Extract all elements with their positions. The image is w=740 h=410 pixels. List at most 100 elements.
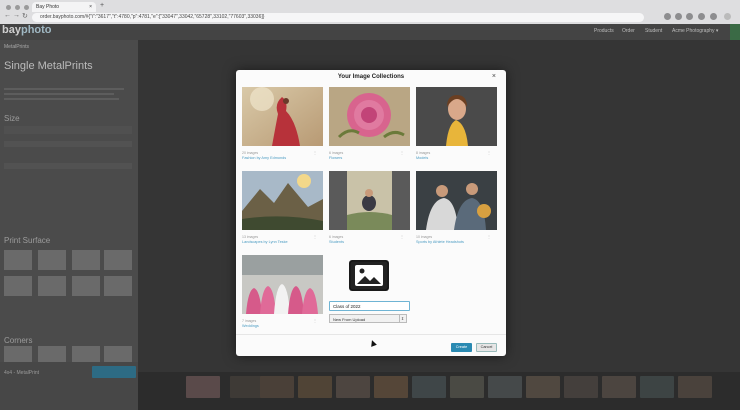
collection-card[interactable]: 8 images ⋮ Models: [416, 87, 497, 160]
collection-name[interactable]: Students: [329, 240, 410, 244]
filmstrip-thumb[interactable]: [640, 376, 674, 398]
filmstrip-thumb[interactable]: [564, 376, 598, 398]
collection-name[interactable]: Weddings: [242, 324, 323, 328]
close-icon[interactable]: ×: [492, 73, 496, 80]
cancel-button[interactable]: Cancel: [476, 343, 497, 352]
collection-name[interactable]: Landscapes by Lynn Teske: [242, 240, 323, 244]
collection-name[interactable]: Flowers: [329, 156, 410, 160]
surface-option[interactable]: [104, 276, 132, 296]
collection-card[interactable]: 20 images ⋮ Fashion by Amy Edmonds: [242, 87, 323, 160]
collection-thumbnail[interactable]: [329, 171, 410, 230]
bayphoto-logo[interactable]: bayphoto: [2, 24, 52, 36]
browser-tab[interactable]: Bay Photo ×: [32, 2, 96, 12]
surface-option[interactable]: [72, 276, 100, 296]
print-surface-heading: Print Surface: [4, 236, 51, 245]
collection-thumbnail[interactable]: [242, 255, 323, 314]
image-filmstrip[interactable]: [138, 372, 740, 410]
surface-option[interactable]: [38, 276, 66, 296]
reload-icon[interactable]: ↻: [22, 12, 28, 20]
filmstrip-thumb[interactable]: [412, 376, 446, 398]
filmstrip-thumb[interactable]: [602, 376, 636, 398]
collection-thumbnail[interactable]: [242, 87, 323, 146]
filmstrip-thumb[interactable]: [374, 376, 408, 398]
collection-card[interactable]: 13 images ⋮ Landscapes by Lynn Teske: [242, 171, 323, 244]
collection-thumbnail[interactable]: [329, 87, 410, 146]
size-options[interactable]: [4, 163, 132, 169]
more-options-icon[interactable]: ⋮: [313, 318, 317, 323]
more-options-icon[interactable]: ⋮: [400, 234, 404, 239]
extension-icon[interactable]: [698, 13, 705, 20]
kebab-menu-icon[interactable]: [724, 13, 731, 20]
description-line: [4, 93, 114, 95]
modal-title: Your Image Collections: [337, 74, 405, 80]
filmstrip-thumb[interactable]: [230, 376, 264, 398]
surface-option[interactable]: [72, 250, 100, 270]
description-line: [4, 88, 124, 90]
logo-main: bay: [2, 24, 21, 36]
new-tab-button[interactable]: +: [100, 2, 104, 9]
more-options-icon[interactable]: ⋮: [313, 150, 317, 155]
more-options-icon[interactable]: ⋮: [487, 234, 491, 239]
collection-thumbnail[interactable]: [416, 171, 497, 230]
nav-products[interactable]: Products: [594, 28, 614, 34]
collection-count: 10 images ⋮: [416, 234, 491, 239]
add-to-order-button[interactable]: [92, 366, 136, 378]
collection-name[interactable]: Models: [416, 156, 497, 160]
more-options-icon[interactable]: ⋮: [400, 150, 404, 155]
collection-source-select[interactable]: New From Upload ⇕: [329, 314, 407, 323]
collection-card[interactable]: 6 images ⋮ Flowers: [329, 87, 410, 160]
create-button[interactable]: Create: [451, 343, 472, 352]
cart-button[interactable]: [730, 24, 740, 40]
surface-option[interactable]: [104, 250, 132, 270]
nav-order[interactable]: Order: [622, 28, 635, 34]
filmstrip-thumb[interactable]: [488, 376, 522, 398]
new-collection-name-input[interactable]: Class of 2022: [329, 301, 410, 311]
size-options[interactable]: [4, 141, 132, 147]
address-bar[interactable]: order.bayphoto.com/#{"i":"3617","t":4780…: [32, 13, 644, 22]
description-line: [4, 98, 119, 100]
chevron-down-icon[interactable]: ⇕: [399, 315, 405, 322]
minimize-window-dot[interactable]: [15, 5, 20, 10]
filmstrip-thumb[interactable]: [336, 376, 370, 398]
close-window-dot[interactable]: [6, 5, 11, 10]
select-value: New From Upload: [333, 317, 366, 322]
extension-icon[interactable]: [664, 13, 671, 20]
more-options-icon[interactable]: ⋮: [313, 234, 317, 239]
corners-heading: Corners: [4, 336, 33, 345]
window-controls[interactable]: [6, 5, 29, 10]
bookmark-icon[interactable]: [675, 13, 682, 20]
more-options-icon[interactable]: ⋮: [487, 150, 491, 155]
forward-icon[interactable]: →: [13, 12, 20, 19]
collection-count: 7 images ⋮: [242, 318, 317, 323]
filmstrip-thumb[interactable]: [526, 376, 560, 398]
nav-student[interactable]: Student: [645, 28, 662, 34]
size-tabs[interactable]: [4, 126, 132, 134]
collection-thumbnail[interactable]: [242, 171, 323, 230]
filmstrip-thumb[interactable]: [186, 376, 220, 398]
filmstrip-thumb[interactable]: [678, 376, 712, 398]
collection-card[interactable]: 7 images ⋮ Weddings: [242, 255, 323, 328]
nav-account[interactable]: Acme Photography ▾: [672, 28, 718, 34]
filmstrip-thumb[interactable]: [450, 376, 484, 398]
profile-avatar[interactable]: [710, 13, 717, 20]
image-placeholder-icon: [349, 260, 389, 291]
filmstrip-thumb[interactable]: [260, 376, 294, 398]
size-heading: Size: [4, 114, 20, 123]
collection-thumbnail[interactable]: [416, 87, 497, 146]
filmstrip-thumb[interactable]: [298, 376, 332, 398]
tab-title: Bay Photo: [36, 4, 60, 10]
tab-close-icon[interactable]: ×: [89, 4, 92, 10]
collection-name[interactable]: Sports by Athlete Headshots: [416, 240, 497, 244]
collection-card[interactable]: 6 images ⋮ Students: [329, 171, 410, 244]
maximize-window-dot[interactable]: [24, 5, 29, 10]
extension-icon[interactable]: [686, 13, 693, 20]
back-icon[interactable]: ←: [4, 12, 11, 19]
surface-option[interactable]: [38, 250, 66, 270]
collection-count: 6 images ⋮: [329, 150, 404, 155]
collection-name[interactable]: Fashion by Amy Edmonds: [242, 156, 323, 160]
surface-option[interactable]: [4, 250, 32, 270]
collection-count: 8 images ⋮: [416, 150, 491, 155]
collection-card[interactable]: 10 images ⋮ Sports by Athlete Headshots: [416, 171, 497, 244]
surface-option[interactable]: [4, 276, 32, 296]
top-navigation: bayphoto Products Order Student Acme Pho…: [0, 24, 740, 40]
